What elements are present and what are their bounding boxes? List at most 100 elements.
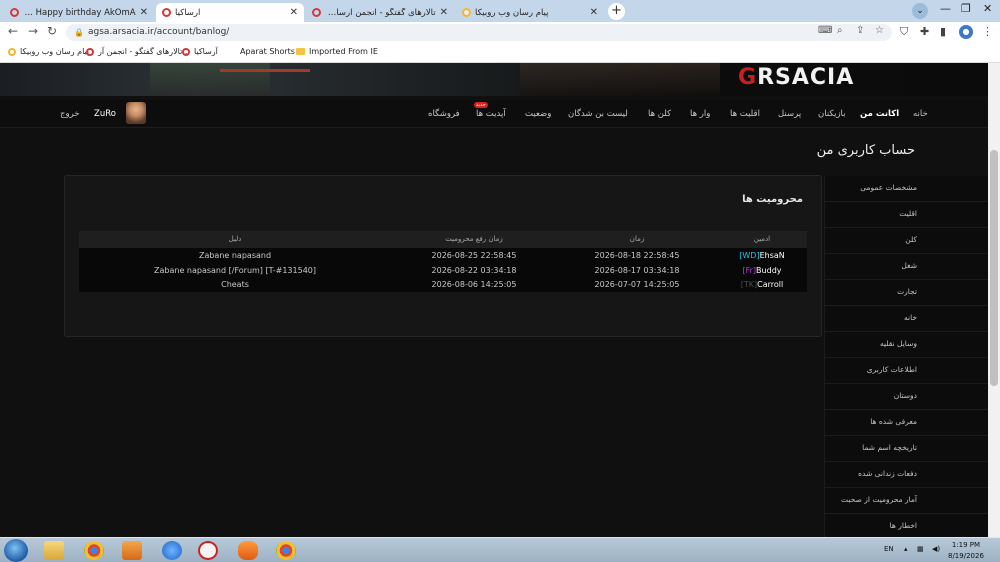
tab-search-icon[interactable]: ⌄ bbox=[912, 3, 928, 19]
page-title: حساب کاربری من bbox=[816, 143, 915, 158]
lock-icon[interactable]: 🔒 bbox=[74, 24, 84, 41]
admin-name: Carroll bbox=[757, 280, 784, 290]
sidebar-item-minority[interactable]: اقلیت bbox=[825, 202, 988, 228]
banner-artwork bbox=[520, 63, 720, 96]
minimize-icon[interactable]: — bbox=[940, 2, 951, 15]
sidebar-item-business[interactable]: تجارت bbox=[825, 280, 988, 306]
sidebar-item-jail-count[interactable]: دفعات زندانی شده bbox=[825, 462, 988, 488]
user-avatar[interactable] bbox=[126, 102, 146, 124]
close-icon[interactable]: ✕ bbox=[290, 7, 298, 18]
sidebar-item-job[interactable]: شغل bbox=[825, 254, 988, 280]
site-logo[interactable]: GRSACIA bbox=[738, 65, 854, 90]
nav-status[interactable]: وضعیت bbox=[525, 109, 551, 119]
nav-wars[interactable]: وار ها bbox=[690, 109, 710, 119]
admin-name: Buddy bbox=[756, 265, 782, 275]
file-explorer-icon[interactable] bbox=[44, 541, 64, 560]
media-player-icon[interactable] bbox=[122, 541, 142, 560]
sidebar-item-label: اخطار ها bbox=[889, 521, 917, 530]
nav-shop[interactable]: فروشگاه bbox=[428, 109, 460, 119]
internet-explorer-icon[interactable] bbox=[162, 541, 182, 560]
reload-icon[interactable]: ↻ bbox=[47, 24, 57, 38]
nav-players[interactable]: بازیکنان bbox=[818, 109, 846, 119]
sidebar-item-mute-stats[interactable]: آمار محرومیت از صحبت bbox=[825, 488, 988, 514]
sidebar-item-label: دوستان bbox=[893, 391, 917, 400]
sidebar-item-label: اطلاعات کاربری bbox=[866, 365, 917, 374]
network-icon[interactable]: ▦ bbox=[917, 545, 924, 553]
nav-clans[interactable]: کلن ها bbox=[648, 109, 671, 119]
admin-cell[interactable]: [Fr]Buddy bbox=[742, 266, 781, 275]
sidebar-item-vehicles[interactable]: وسایل نقلیه bbox=[825, 332, 988, 358]
username[interactable]: ZuRo bbox=[94, 109, 116, 119]
sidebar-item-friends[interactable]: دوستان bbox=[825, 384, 988, 410]
maximize-icon[interactable]: ❐ bbox=[961, 2, 971, 15]
close-icon[interactable]: ✕ bbox=[440, 7, 448, 18]
sidebar-item-label: کلن bbox=[905, 235, 917, 244]
sidebar-item-general[interactable]: مشخصات عمومی bbox=[825, 176, 988, 202]
forward-icon[interactable]: → bbox=[28, 24, 38, 38]
bookmark-label: آرساکیا bbox=[194, 47, 218, 56]
chevron-up-icon[interactable]: ▴ bbox=[904, 545, 908, 553]
app-icon[interactable] bbox=[238, 541, 258, 560]
nav-my-account[interactable]: اکانت من bbox=[860, 109, 899, 119]
bookmark-item[interactable]: تالارهای گفتگو - انجمن آر... bbox=[86, 47, 190, 56]
back-icon[interactable]: ← bbox=[8, 24, 18, 38]
unban-time-cell: 2026-08-22 03:34:18 bbox=[431, 265, 517, 275]
sidebar-item-referrals[interactable]: معرفی شده ها bbox=[825, 410, 988, 436]
extensions-icon[interactable]: ✚ bbox=[920, 25, 929, 38]
nav-personnel[interactable]: پرسنل bbox=[778, 109, 801, 119]
browser-tab-active[interactable]: آرساکیا ✕ bbox=[156, 3, 304, 22]
column-header-time: زمان bbox=[629, 235, 645, 243]
admin-cell[interactable]: [WD]EhsaN bbox=[739, 251, 785, 260]
system-clock[interactable]: 1:19 PM 8/19/2026 bbox=[948, 540, 984, 562]
reason-cell: Cheats bbox=[221, 280, 249, 290]
admin-name: EhsaN bbox=[759, 251, 785, 260]
new-tab-button[interactable]: + bbox=[608, 3, 625, 20]
bookmark-folder[interactable]: Imported From IE bbox=[296, 47, 378, 56]
nav-home[interactable]: خانه bbox=[913, 109, 928, 119]
sidebar-item-label: وسایل نقلیه bbox=[880, 339, 917, 348]
browser-tab[interactable]: Happy birthday AkOmA - آرسـاکیا گیم ✕ bbox=[4, 3, 154, 22]
address-bar[interactable]: 🔒 agsa.arsacia.ir/account/banlog/ bbox=[66, 24, 892, 41]
page-icon bbox=[228, 47, 236, 56]
bookmark-star-icon[interactable]: ☆ bbox=[875, 25, 884, 36]
zoom-icon[interactable]: ⌕ bbox=[837, 25, 843, 36]
close-icon[interactable]: ✕ bbox=[140, 7, 148, 18]
menu-kebab-icon[interactable]: ⋮ bbox=[982, 25, 993, 38]
sidebar-item-name-history[interactable]: تاریخچه اسم شما bbox=[825, 436, 988, 462]
nav-minorities[interactable]: اقلیت ها bbox=[730, 109, 760, 119]
shield-extension-icon[interactable]: ⛉ bbox=[900, 25, 908, 39]
logout-link[interactable]: خروج bbox=[60, 109, 80, 119]
browser-tab-strip: Happy birthday AkOmA - آرسـاکیا گیم ✕ آر… bbox=[0, 0, 1000, 22]
sidebar-item-house[interactable]: خانه bbox=[825, 306, 988, 332]
close-window-icon[interactable]: ✕ bbox=[983, 2, 992, 15]
bookmark-label: Aparat Shorts bbox=[240, 47, 295, 56]
bookmark-item[interactable]: Aparat Shorts bbox=[228, 47, 295, 56]
language-indicator[interactable]: EN bbox=[884, 545, 894, 553]
admin-cell[interactable]: [TK]Carroll bbox=[741, 280, 783, 289]
side-panel-icon[interactable]: ▮ bbox=[940, 25, 946, 38]
chrome-icon[interactable] bbox=[84, 541, 104, 560]
volume-icon[interactable]: ◀) bbox=[932, 545, 940, 553]
windows-start-icon[interactable] bbox=[4, 539, 28, 562]
arsacia-icon bbox=[312, 8, 321, 17]
browser-tab[interactable]: پیام رسان وب روبیکا ✕ bbox=[456, 3, 604, 22]
clock-date: 8/19/2026 bbox=[948, 552, 984, 560]
translate-icon[interactable]: ⌨ bbox=[818, 25, 832, 36]
sidebar-item-warnings[interactable]: اخطار ها bbox=[825, 514, 988, 537]
share-icon[interactable]: ⇪ bbox=[856, 25, 864, 36]
chrome-icon[interactable] bbox=[276, 541, 296, 560]
nav-banned-list[interactable]: لیست بن شدگان bbox=[568, 109, 628, 119]
time-cell: 2026-08-18 22:58:45 bbox=[594, 251, 680, 260]
browser-tab[interactable]: تالارهای گفتگو - انجمن آرساکیا گیم ✕ bbox=[306, 3, 454, 22]
bookmark-item[interactable]: پیام رسان وب روبیکا bbox=[8, 47, 89, 56]
clock-time: 1:19 PM bbox=[951, 541, 981, 549]
close-icon[interactable]: ✕ bbox=[590, 7, 598, 18]
sidebar-item-clan[interactable]: کلن bbox=[825, 228, 988, 254]
arsacia-icon[interactable] bbox=[198, 541, 218, 560]
scrollbar-thumb[interactable] bbox=[990, 150, 998, 386]
sidebar-item-user-info[interactable]: اطلاعات کاربری bbox=[825, 358, 988, 384]
arsacia-icon bbox=[182, 47, 190, 56]
nav-updates[interactable]: جدید آپدیت ها bbox=[474, 102, 506, 119]
bookmark-item[interactable]: آرساکیا bbox=[182, 47, 218, 56]
profile-avatar-icon[interactable]: ● bbox=[959, 25, 973, 39]
